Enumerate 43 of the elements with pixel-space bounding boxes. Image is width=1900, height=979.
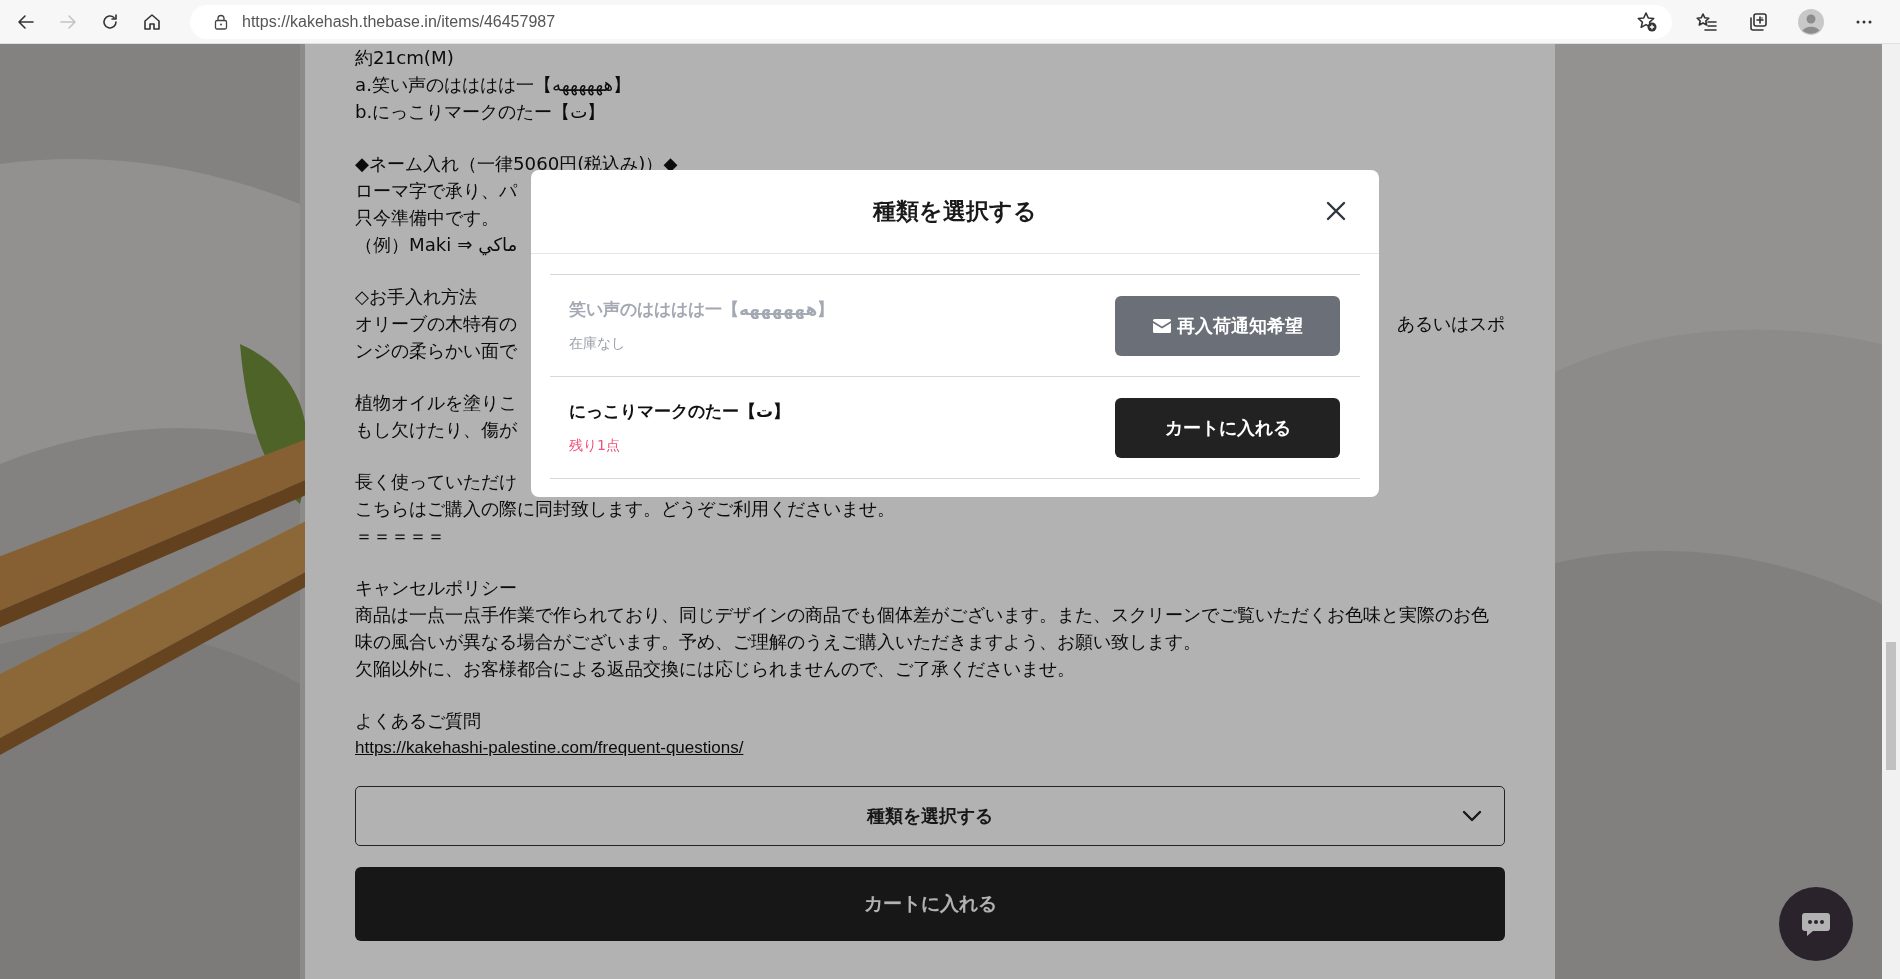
add-to-cart-button[interactable]: カートに入れる [1115, 397, 1340, 458]
restock-notify-button[interactable]: 再入荷通知希望 [1115, 295, 1340, 356]
link[interactable]: https://kakehashi-palestine.com/frequent-questions/ [355, 734, 744, 761]
favorites-icon[interactable] [1696, 11, 1718, 32]
stock-status: 在庫なし [569, 335, 626, 353]
variant-name: 笑い声のはははは一【ههههههه】 [569, 298, 835, 321]
address-bar[interactable]: https://kakehash.thebase.in/items/46457987 [190, 4, 1672, 39]
text-line: 商品は一点一点手作業で作られており、同じデザインの商品でも個体差がございます。また、スクリーンでご覧いただくお色味と実際のお色味の風合いが異なる場合がございます。予め、ご理解のうえご購入いただきますよう、お願い致します。 [355, 603, 1490, 654]
text-line: もし欠けたり、傷が [355, 418, 517, 442]
text-line: ローマ字で承り、パ [355, 179, 517, 203]
close-icon[interactable] [1325, 200, 1347, 222]
text-line: よくあるご質問 [355, 709, 481, 733]
text-line: ＝＝＝＝＝ [355, 524, 445, 548]
text-line: こちらはご購入の際に同封致します。どうぞご利用くださいませ。 [355, 497, 895, 521]
text-line: a.笑い声のはははは一【ههههههه】 [355, 73, 632, 98]
lock-icon [214, 13, 228, 30]
text-line: 長く使っていただけ [355, 470, 517, 494]
chevron-down-icon [1462, 810, 1482, 822]
text-line: キャンセルポリシー [355, 576, 517, 600]
scrollbar-thumb[interactable] [1886, 642, 1896, 770]
add-to-cart-button[interactable]: カートに入れる [355, 867, 1505, 941]
text-line: 欠陥以外に、お客様都合による返品交換には応じられませんので、ご了承くださいませ。 [355, 657, 1075, 681]
variant-name: にっこりマークのたー【ت】 [569, 400, 791, 423]
home-icon[interactable] [142, 11, 162, 32]
text-line: オリーブの木特有の [355, 312, 517, 336]
avatar-icon[interactable] [1798, 8, 1824, 35]
chat-bubble-icon [1801, 911, 1831, 937]
text-line: あるいはスポ [1397, 312, 1505, 336]
text-line: b.にっこりマークのたー【ت】 [355, 100, 606, 124]
text-line: 只今準備中です。 [355, 206, 499, 230]
reload-icon[interactable] [100, 11, 120, 32]
text-line: ◇お手入れ方法 [355, 285, 477, 309]
text-line: ンジの柔らかい面で [355, 339, 517, 363]
collections-icon[interactable] [1748, 11, 1768, 32]
text-line: 植物オイルを塗りこ [355, 391, 517, 415]
dialog-title: 種類を選択する [873, 197, 1037, 226]
scrollbar[interactable] [1882, 44, 1900, 979]
text-line: 約21cm(M) [355, 46, 454, 70]
variant-select[interactable]: 種類を選択する [355, 786, 1505, 846]
stock-status: 残り1点 [569, 437, 621, 455]
text-line: （例）Maki ⇒ ماكي [355, 233, 518, 258]
envelope-icon [1152, 318, 1171, 333]
favorite-add-icon[interactable] [1636, 10, 1658, 33]
